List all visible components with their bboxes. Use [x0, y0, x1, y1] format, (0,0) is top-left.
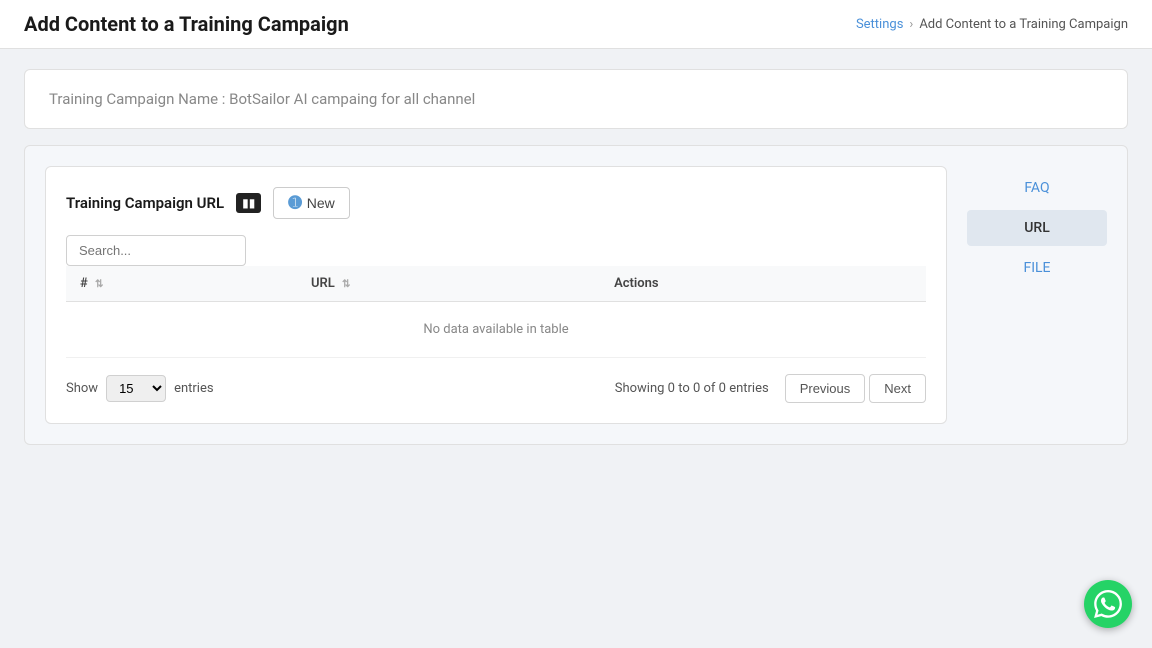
- search-input[interactable]: [66, 235, 246, 266]
- table-header-row: Training Campaign URL ▮▮ ➊ New: [66, 187, 926, 219]
- campaign-name-box: Training Campaign Name : BotSailor AI ca…: [24, 69, 1128, 129]
- new-button[interactable]: ➊ New: [273, 187, 349, 219]
- table-footer: Show 15 10 25 50 100 entries Showing 0 t…: [66, 374, 926, 403]
- next-button[interactable]: Next: [869, 374, 926, 403]
- sort-icon-url: ⇅: [342, 279, 350, 290]
- side-panel: FAQ URL FILE: [967, 166, 1107, 424]
- table-header-row-cols: # ⇅ URL ⇅ Actions: [66, 266, 926, 302]
- show-label: Show: [66, 381, 98, 396]
- no-data-row: No data available in table: [66, 302, 926, 358]
- side-nav-file[interactable]: FILE: [967, 250, 1107, 286]
- entries-select[interactable]: 15 10 25 50 100: [106, 375, 166, 402]
- table-title: Training Campaign URL: [66, 194, 224, 212]
- breadcrumb: Settings › Add Content to a Training Cam…: [856, 17, 1128, 32]
- breadcrumb-current: Add Content to a Training Campaign: [919, 17, 1128, 32]
- pagination-buttons: Previous Next: [785, 374, 926, 403]
- side-nav-url[interactable]: URL: [967, 210, 1107, 246]
- video-icon: ▮▮: [236, 193, 261, 213]
- search-container: [66, 235, 926, 266]
- show-entries: Show 15 10 25 50 100 entries: [66, 375, 214, 402]
- table-panel: Training Campaign URL ▮▮ ➊ New # ⇅: [45, 166, 947, 424]
- sort-icon-hash: ⇅: [95, 279, 103, 290]
- footer-right: Showing 0 to 0 of 0 entries Previous Nex…: [615, 374, 926, 403]
- whatsapp-fab[interactable]: [1084, 580, 1132, 628]
- data-table: # ⇅ URL ⇅ Actions No data available in t…: [66, 266, 926, 358]
- plus-icon: ➊: [288, 193, 301, 213]
- content-section: Training Campaign URL ▮▮ ➊ New # ⇅: [24, 145, 1128, 445]
- col-url: URL ⇅: [297, 266, 600, 302]
- entries-label: entries: [174, 381, 214, 396]
- new-button-label: New: [307, 195, 335, 211]
- top-bar: Add Content to a Training Campaign Setti…: [0, 0, 1152, 49]
- pagination-info: Showing 0 to 0 of 0 entries: [615, 381, 769, 396]
- whatsapp-icon: [1094, 590, 1122, 618]
- page-title: Add Content to a Training Campaign: [24, 12, 349, 36]
- campaign-name-text: Training Campaign Name : BotSailor AI ca…: [49, 90, 475, 108]
- side-nav-faq[interactable]: FAQ: [967, 170, 1107, 206]
- col-actions: Actions: [600, 266, 926, 302]
- col-hash: # ⇅: [66, 266, 297, 302]
- no-data-cell: No data available in table: [66, 302, 926, 358]
- breadcrumb-settings[interactable]: Settings: [856, 17, 903, 32]
- main-content: Training Campaign Name : BotSailor AI ca…: [0, 49, 1152, 465]
- breadcrumb-separator: ›: [909, 17, 913, 32]
- previous-button[interactable]: Previous: [785, 374, 866, 403]
